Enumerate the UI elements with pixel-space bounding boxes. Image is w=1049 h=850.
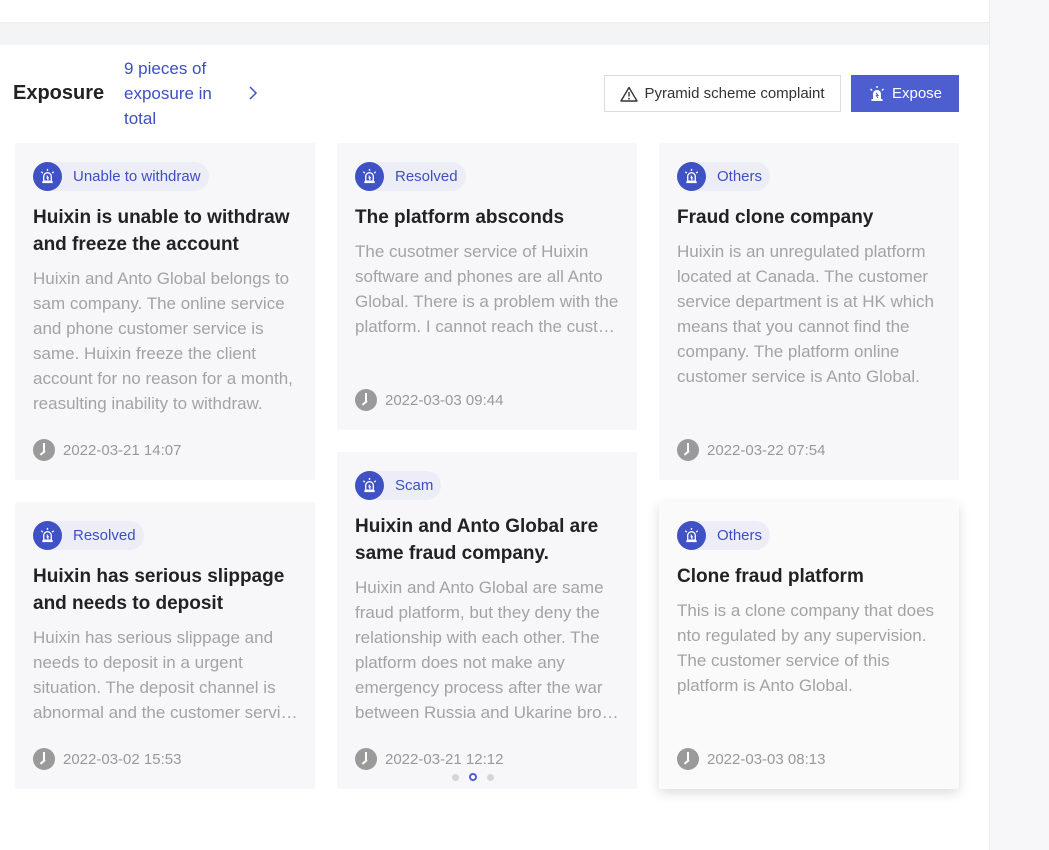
category-tag-label: Resolved [73, 527, 136, 544]
clock-icon [33, 439, 55, 461]
category-tag-label: Scam [395, 477, 434, 494]
card-title: Huixin has serious slippage and needs to… [33, 566, 285, 614]
page-dot-active[interactable] [469, 773, 477, 781]
card-title: Huixin and Anto Global are same fraud co… [355, 516, 599, 564]
card-description: Huixin and Anto Global belongs to sam co… [33, 269, 293, 413]
card-time: 2022-03-21 12:12 [385, 750, 504, 768]
clock-icon [355, 389, 377, 411]
card-timestamp: 2022-03-21 14:07 [33, 439, 181, 461]
card-description: Huixin has serious slippage and needs to… [33, 628, 298, 722]
exposure-card[interactable]: Others Fraud clone company Huixin is an … [659, 143, 959, 480]
right-sidebar [989, 0, 1049, 850]
card-timestamp: 2022-03-03 08:13 [677, 748, 825, 770]
alarm-icon [33, 521, 62, 550]
expose-button[interactable]: Expose [851, 75, 959, 112]
card-title: Clone fraud platform [677, 566, 864, 587]
exposure-card[interactable]: Others Clone fraud platform This is a cl… [659, 502, 959, 789]
card-description: Huixin and Anto Global are same fraud pl… [355, 578, 619, 722]
category-tag-label: Others [717, 527, 763, 544]
clock-icon [355, 748, 377, 770]
category-tag: Resolved [355, 162, 466, 191]
exposure-card[interactable]: Resolved Huixin has serious slippage and… [15, 502, 315, 789]
page-dot[interactable] [487, 773, 494, 781]
warning-icon [620, 86, 639, 102]
section-title: Exposure [13, 82, 105, 104]
category-tag: Resolved [33, 521, 144, 550]
clock-icon [677, 439, 699, 461]
exposure-count-link[interactable]: 9 pieces of exposure in total [124, 56, 234, 131]
card-title: Huixin is unable to withdraw and freeze … [33, 207, 290, 255]
category-tag-label: Others [717, 168, 763, 185]
page-dot[interactable] [452, 773, 459, 781]
clock-icon [677, 748, 699, 770]
card-time: 2022-03-21 14:07 [63, 441, 182, 459]
category-tag: Scam [355, 471, 442, 500]
card-title: Fraud clone company [677, 207, 874, 228]
alarm-icon [677, 521, 706, 550]
expose-label: Expose [891, 85, 943, 102]
card-timestamp: 2022-03-22 07:54 [677, 439, 825, 461]
alarm-icon [355, 162, 384, 191]
category-tag-label: Unable to withdraw [73, 168, 201, 185]
card-time: 2022-03-22 07:54 [707, 441, 826, 459]
alarm-icon [33, 162, 62, 191]
card-timestamp: 2022-03-21 12:12 [355, 748, 503, 770]
category-tag: Others [677, 162, 771, 191]
clock-icon [33, 748, 55, 770]
card-description: Huixin is an unregulated platform locate… [677, 242, 934, 386]
card-time: 2022-03-03 09:44 [385, 391, 504, 409]
card-title: The platform absconds [355, 207, 565, 228]
chevron-right-icon[interactable] [246, 84, 260, 102]
pyramid-complaint-label: Pyramid scheme complaint [644, 85, 825, 102]
exposure-card[interactable]: Scam Huixin and Anto Global are same fra… [337, 452, 637, 789]
card-description: The cusotmer service of Huixin software … [355, 242, 619, 336]
card-timestamp: 2022-03-02 15:53 [33, 748, 181, 770]
top-bar [0, 0, 989, 23]
category-tag: Unable to withdraw [33, 162, 209, 191]
alarm-icon [869, 85, 884, 101]
category-tag-label: Resolved [395, 168, 458, 185]
exposure-card[interactable]: Resolved The platform absconds The cusot… [337, 143, 637, 430]
exposure-card[interactable]: Unable to withdraw Huixin is unable to w… [15, 143, 315, 480]
carousel-pagination [452, 773, 494, 781]
card-description: This is a clone company that does nto re… [677, 601, 935, 695]
category-tag: Others [677, 521, 771, 550]
card-time: 2022-03-02 15:53 [63, 750, 182, 768]
card-time: 2022-03-03 08:13 [707, 750, 826, 768]
alarm-icon [677, 162, 706, 191]
card-timestamp: 2022-03-03 09:44 [355, 389, 503, 411]
pyramid-complaint-button[interactable]: Pyramid scheme complaint [604, 75, 841, 112]
alarm-icon [355, 471, 384, 500]
